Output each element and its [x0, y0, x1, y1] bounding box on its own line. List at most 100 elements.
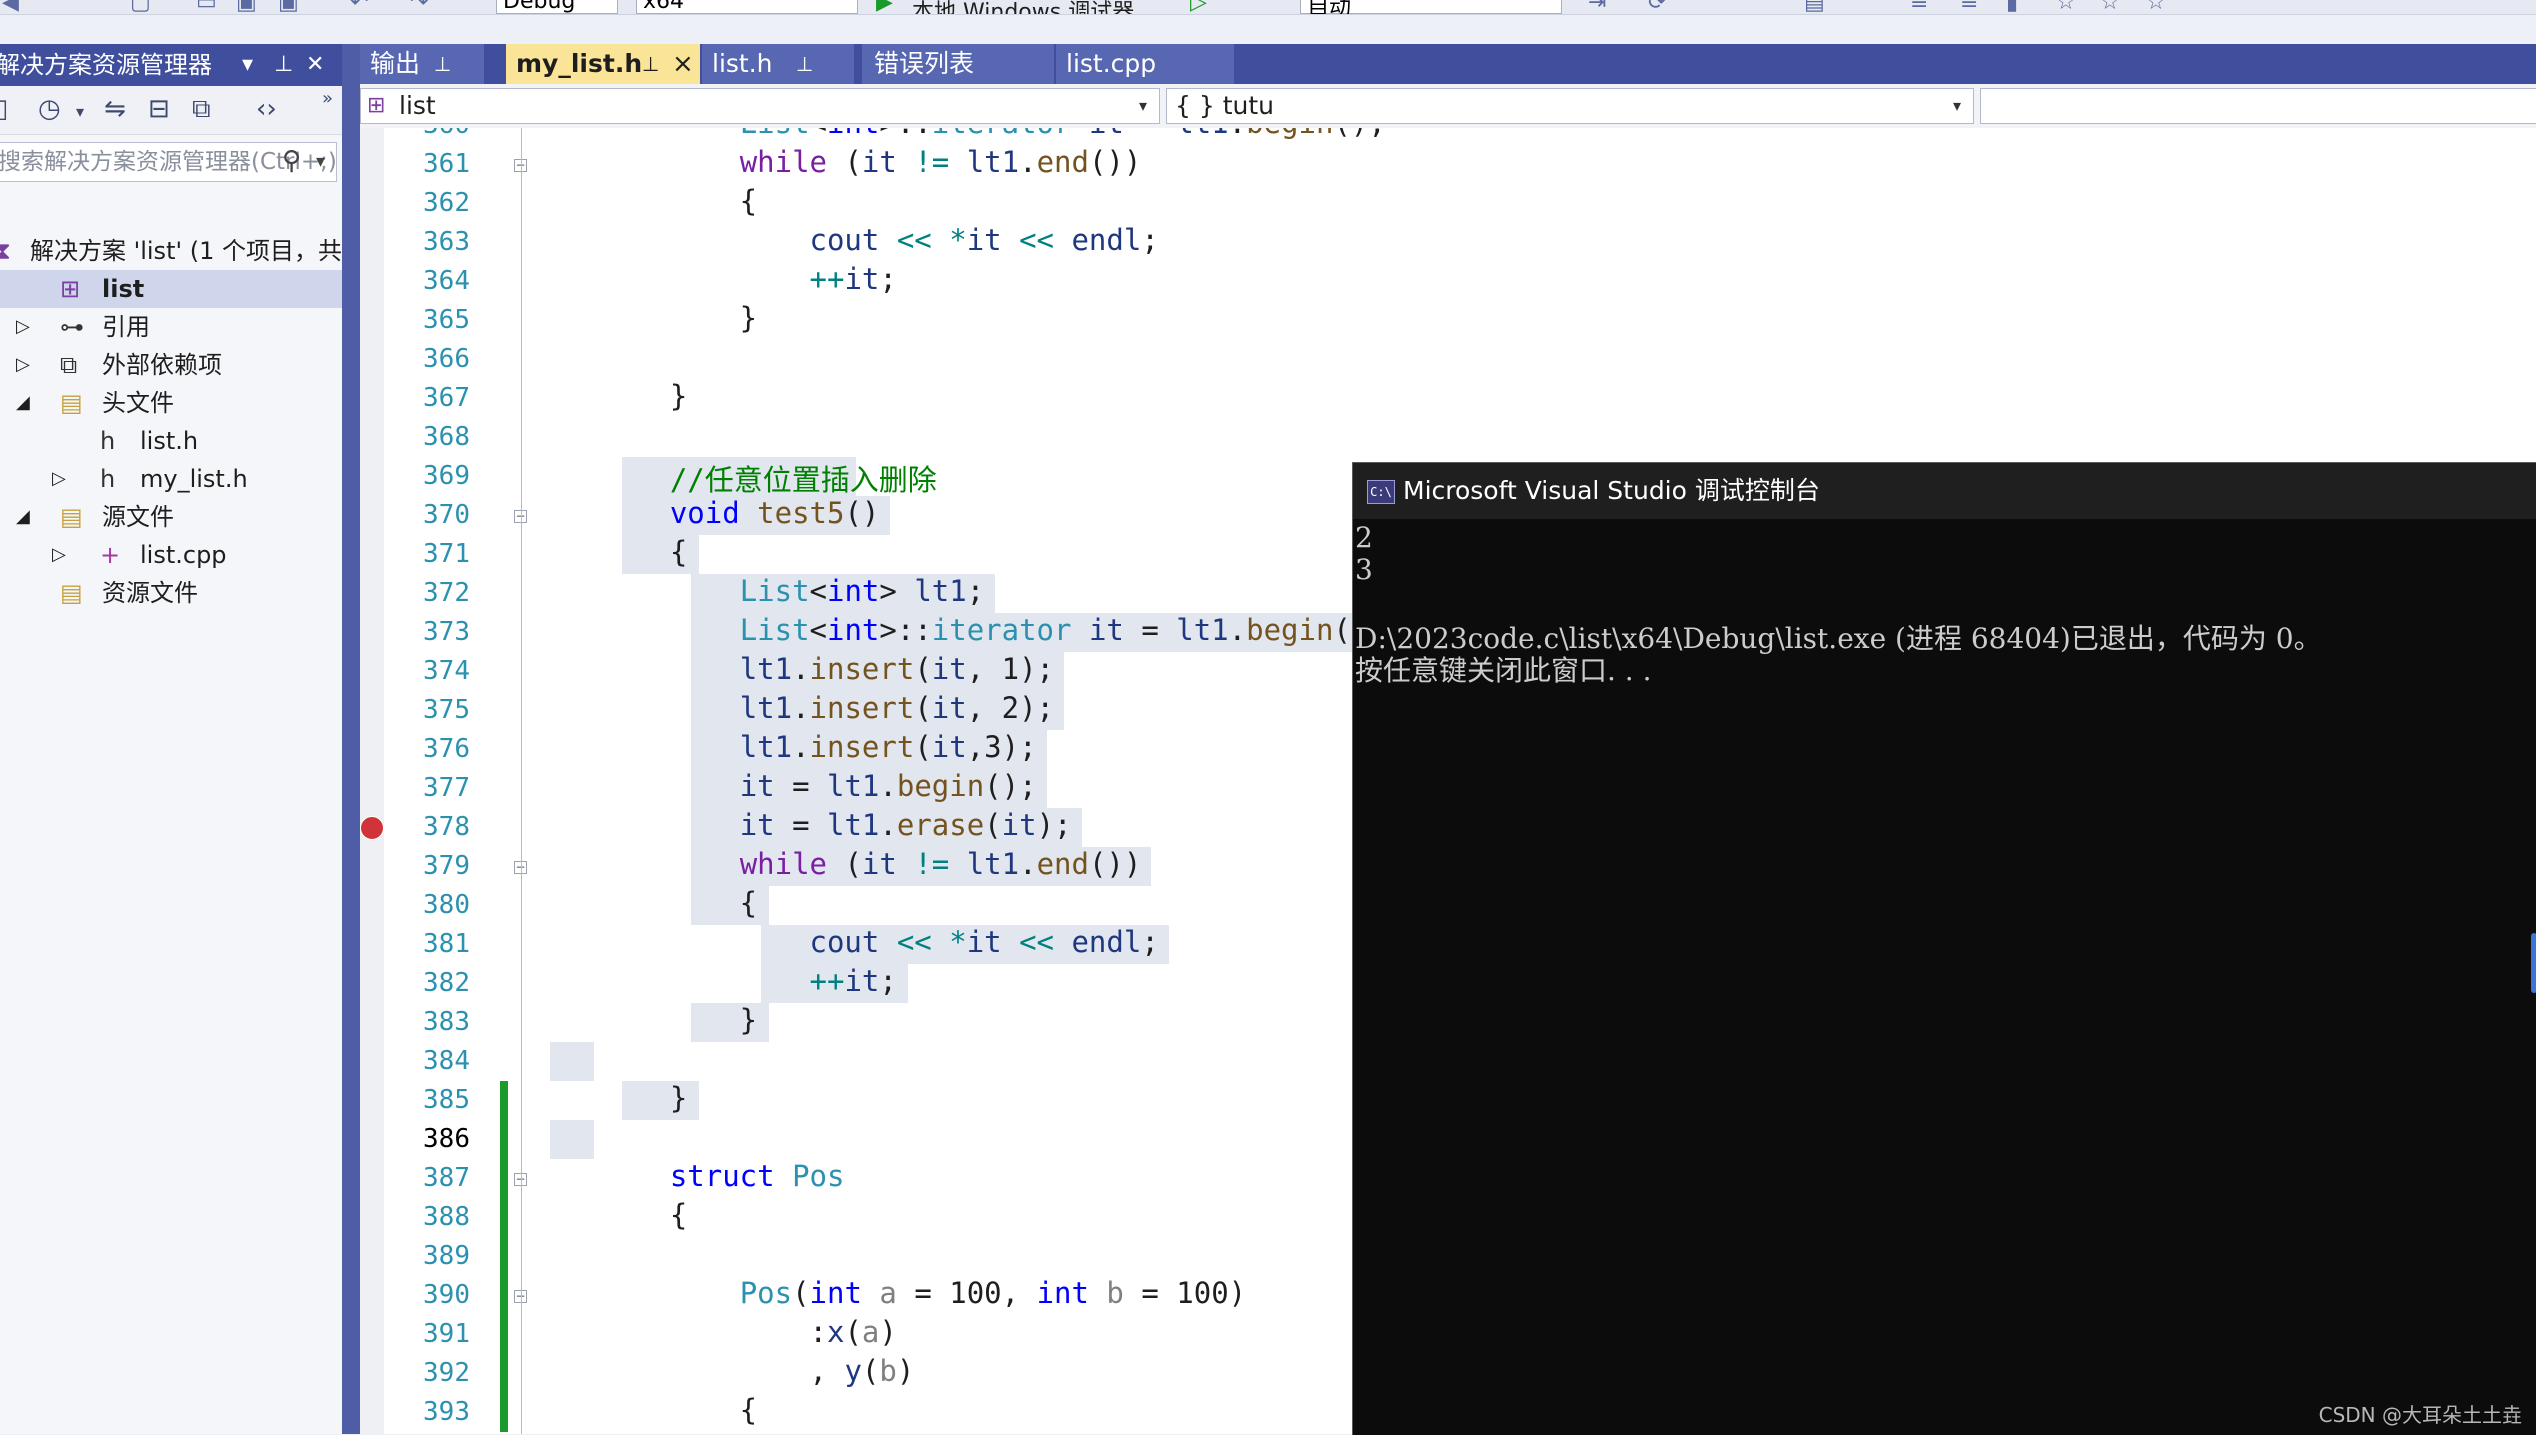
save-all-icon[interactable]: ▣ — [278, 0, 299, 14]
close-icon[interactable]: × — [672, 44, 694, 84]
start-without-debug-icon[interactable]: ▷ — [1190, 0, 1207, 14]
expanded-arrow-icon[interactable]: ◢ — [16, 498, 30, 536]
code-line[interactable]: cout << *it << endl; — [600, 925, 1159, 959]
tab-list-cpp[interactable]: list.cpp — [1056, 44, 1234, 84]
tree-item[interactable]: ◢ ▤ 头文件 — [0, 384, 342, 422]
home-icon[interactable]: ▯ — [0, 94, 8, 124]
solution-search-input[interactable]: 搜索解决方案资源管理器(Ctrl+;) ⚲ ▾ — [0, 142, 337, 182]
search-options-chevron-icon[interactable]: ▾ — [316, 143, 325, 181]
code-line[interactable]: { — [600, 184, 757, 218]
code-line[interactable]: { — [600, 886, 757, 920]
code-line[interactable]: } — [600, 1081, 687, 1115]
start-debug-icon[interactable]: ▶ — [876, 0, 893, 14]
scope-dropdown[interactable]: { } tutu ▾ — [1166, 88, 1974, 124]
code-line[interactable]: Pos(int a = 100, int b = 100) — [600, 1276, 1246, 1310]
debug-console-window[interactable]: C:\ Microsoft Visual Studio 调试控制台 2 3 D:\2… — [1352, 462, 2536, 1435]
start-debug-label[interactable]: 本地 Windows 调试器 — [912, 0, 1134, 14]
solution-config-dropdown[interactable]: Debug — [496, 0, 618, 14]
tree-item[interactable]: ▷ h my_list.h — [0, 460, 342, 498]
window-position-icon[interactable]: ▾ — [242, 44, 253, 86]
pin-icon[interactable]: ⊥ — [274, 44, 293, 86]
collapsed-arrow-icon[interactable]: ▷ — [16, 346, 30, 384]
hot-reload-icon[interactable]: ⟳ — [1648, 0, 1666, 14]
code-line[interactable]: lt1.insert(it, 1); — [600, 652, 1054, 686]
bookmark-clear-icon[interactable]: ☆ — [2146, 0, 2166, 14]
code-line[interactable]: } — [600, 301, 757, 335]
tree-item[interactable]: ◢ ▤ 源文件 — [0, 498, 342, 536]
tree-item[interactable]: ▷ ⊶ 引用 — [0, 308, 342, 346]
overflow-icon[interactable]: » — [322, 88, 333, 109]
code-line[interactable]: it = lt1.begin(); — [600, 769, 1037, 803]
sync-icon[interactable]: ⇋ — [104, 94, 126, 124]
code-line[interactable]: { — [600, 1198, 687, 1232]
search-icon[interactable]: ⚲ — [282, 143, 301, 180]
tab-error-list[interactable]: 错误列表 — [862, 44, 1054, 84]
code-line[interactable]: ++it; — [600, 964, 897, 998]
tree-item[interactable]: h list.h — [0, 422, 342, 460]
view-code-icon[interactable]: ‹› — [256, 94, 277, 124]
panel-splitter[interactable] — [342, 44, 360, 1434]
code-line[interactable]: List<int>::iterator it = lt1.begin(); — [600, 128, 1386, 140]
bookmark-icon[interactable]: ▮ — [2006, 0, 2018, 14]
chevron-down-icon[interactable]: ▾ — [1953, 89, 1961, 123]
code-line[interactable]: while (it != lt1.end()) — [600, 847, 1142, 881]
solution-platform-dropdown[interactable]: x64 — [636, 0, 858, 14]
save-icon[interactable]: ▣ — [236, 0, 257, 14]
pin-icon[interactable]: ⊥ — [642, 44, 659, 84]
code-line[interactable]: , y(b) — [600, 1354, 915, 1388]
tab-list-h[interactable]: list.h ⊥ — [702, 44, 854, 84]
tab-my-list-h[interactable]: my_list.h ⊥ × — [506, 44, 700, 84]
close-icon[interactable]: ✕ — [306, 44, 324, 86]
redo-icon[interactable]: ↷ — [410, 0, 428, 14]
code-line[interactable]: lt1.insert(it, 2); — [600, 691, 1054, 725]
pin-icon[interactable]: ⊥ — [434, 44, 451, 84]
code-line[interactable]: cout << *it << endl; — [600, 223, 1159, 257]
code-line[interactable]: List<int> lt1; — [600, 574, 984, 608]
collapse-all-icon[interactable]: ⊟ — [148, 94, 170, 124]
navigate-back-icon[interactable]: ◀ — [2, 0, 19, 14]
breakpoint-icon[interactable] — [360, 816, 384, 840]
code-line[interactable]: :x(a) — [600, 1315, 897, 1349]
tree-item[interactable]: ▤ 资源文件 — [0, 574, 342, 612]
undo-icon[interactable]: ↶ — [350, 0, 368, 14]
code-line[interactable]: List<int>::iterator it = lt1.begin(); — [600, 613, 1386, 647]
tab-output[interactable]: 输出 ⊥ — [360, 44, 484, 84]
show-all-files-icon[interactable]: ⧉ — [192, 94, 211, 125]
chevron-down-icon[interactable]: ▾ — [76, 102, 84, 121]
pin-icon[interactable]: ⊥ — [796, 44, 813, 84]
code-line[interactable]: struct Pos — [600, 1159, 845, 1193]
console-title-bar[interactable]: C:\ Microsoft Visual Studio 调试控制台 — [1353, 463, 2536, 519]
bookmark-next-icon[interactable]: ☆ — [2100, 0, 2120, 14]
code-line[interactable]: void test5() — [600, 496, 880, 530]
bookmark-prev-icon[interactable]: ☆ — [2056, 0, 2076, 14]
expanded-arrow-icon[interactable]: ◢ — [16, 384, 30, 422]
step-icon[interactable]: ⇥ — [1588, 0, 1606, 14]
collapsed-arrow-icon[interactable]: ▷ — [16, 308, 30, 346]
tree-item[interactable]: ▷ ⧉ 外部依赖项 — [0, 346, 342, 384]
code-line[interactable]: it = lt1.erase(it); — [600, 808, 1072, 842]
new-item-icon[interactable]: ▢ — [130, 0, 151, 14]
pending-changes-icon[interactable]: ◷ — [38, 94, 61, 124]
code-line[interactable]: ++it; — [600, 262, 897, 296]
code-line[interactable]: { — [600, 535, 687, 569]
code-line[interactable]: } — [600, 1003, 757, 1037]
code-line[interactable]: lt1.insert(it,3); — [600, 730, 1037, 764]
console-scroll-indicator[interactable] — [2531, 933, 2536, 993]
project-dropdown[interactable]: ⊞ list ▾ — [360, 88, 1160, 124]
tree-item[interactable]: ⊞ list — [0, 270, 342, 308]
uncomment-icon[interactable]: ≡ — [1960, 0, 1978, 14]
collapsed-arrow-icon[interactable]: ▷ — [52, 460, 66, 498]
code-line[interactable]: //任意位置插入删除 — [600, 457, 937, 499]
file-icon[interactable]: ▤ — [1804, 0, 1825, 14]
tree-item[interactable]: ⧗ 解决方案 'list' (1 个项目，共 1 个) — [0, 232, 342, 270]
code-line[interactable]: { — [600, 1393, 757, 1427]
code-line[interactable]: } — [600, 379, 687, 413]
comment-icon[interactable]: ≡ — [1910, 0, 1928, 14]
tree-item[interactable]: ▷ + list.cpp — [0, 536, 342, 574]
collapsed-arrow-icon[interactable]: ▷ — [52, 536, 66, 574]
debug-target-dropdown[interactable]: 自动 — [1300, 0, 1562, 14]
code-line[interactable]: while (it != lt1.end()) — [600, 145, 1142, 179]
chevron-down-icon[interactable]: ▾ — [1139, 89, 1147, 123]
member-dropdown[interactable] — [1980, 88, 2536, 124]
open-folder-icon[interactable]: ▭ — [196, 0, 217, 14]
